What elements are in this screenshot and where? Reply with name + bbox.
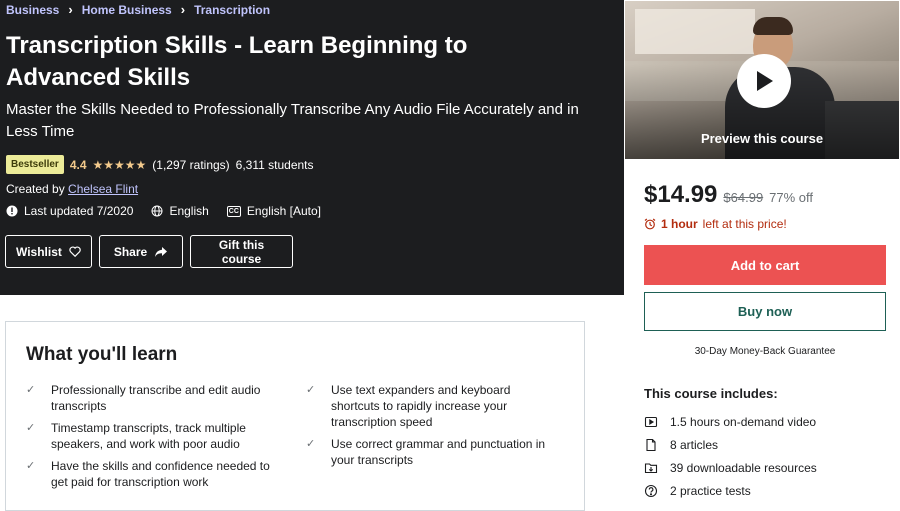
includes-item-label: 1.5 hours on-demand video: [670, 414, 817, 429]
captions-icon: CC: [226, 205, 241, 217]
check-icon: ✓: [306, 438, 316, 450]
bestseller-badge: Bestseller: [6, 155, 64, 174]
language: English: [151, 204, 209, 218]
price-row: $14.99 $64.99 77% off: [644, 181, 813, 209]
breadcrumb-item-transcription[interactable]: Transcription: [194, 3, 270, 17]
rating-value: 4.4: [69, 157, 87, 172]
language-text: English: [169, 204, 209, 218]
instructor-link[interactable]: Chelsea Flint: [68, 182, 138, 196]
learn-item-text: Timestamp transcripts, track multiple sp…: [51, 421, 246, 451]
ratings-count-link[interactable]: (1,297 ratings): [152, 158, 229, 172]
learn-item: ✓ Timestamp transcripts, track multiple s…: [26, 420, 281, 452]
breadcrumb-item-home-business[interactable]: Home Business: [82, 3, 172, 17]
learn-list-right: ✓ Use text expanders and keyboard shortcu…: [306, 382, 561, 474]
price-timer: 1 hour left at this price!: [644, 217, 787, 231]
check-icon: ✓: [306, 384, 316, 396]
purchase-sidebar: Preview this course $14.99 $64.99 77% of…: [624, 0, 900, 504]
share-button[interactable]: Share: [99, 235, 183, 268]
original-price: $64.99: [723, 190, 764, 205]
check-icon: ✓: [26, 384, 36, 396]
course-subtitle: Master the Skills Needed to Professional…: [6, 101, 579, 140]
share-label: Share: [113, 244, 148, 259]
gift-label: Gift this course: [218, 237, 265, 266]
preview-course-label: Preview this course: [700, 131, 824, 146]
share-arrow-icon: [155, 246, 168, 257]
what-you-learn-title: What you'll learn: [26, 344, 178, 365]
course-meta: Last updated 7/2020 English CC English […: [6, 204, 321, 218]
alert-badge-icon: [6, 205, 18, 217]
captions: CC English [Auto]: [226, 204, 321, 218]
check-icon: ✓: [26, 422, 36, 434]
gift-course-button[interactable]: Gift this course: [190, 235, 293, 268]
chevron-right-icon: ›: [68, 2, 73, 17]
last-updated: Last updated 7/2020: [6, 204, 133, 218]
timer-text: left at this price!: [702, 217, 787, 231]
heart-icon: [69, 246, 81, 258]
last-updated-text: Last updated 7/2020: [24, 204, 134, 218]
includes-item-label: 2 practice tests: [670, 483, 751, 498]
includes-item-label: 39 downloadable resources: [670, 460, 817, 475]
add-to-cart-button[interactable]: Add to cart: [644, 245, 886, 285]
rating-row: Bestseller 4.4 ★★★★★ (1,297 ratings) 6,3…: [6, 155, 314, 174]
discount-percent: 77% off: [769, 190, 814, 205]
learn-item: ✓ Professionally transcribe and edit audi…: [26, 382, 281, 414]
learn-item: ✓ Use correct grammar and punctuation in …: [306, 436, 561, 468]
star-rating-icon: ★★★★★: [92, 157, 147, 172]
learn-item-text: Have the skills and confidence needed to…: [51, 459, 270, 489]
play-button[interactable]: [737, 54, 791, 108]
wishlist-label: Wishlist: [16, 244, 62, 259]
includes-item-articles: 8 articles: [644, 433, 817, 456]
learn-item-text: Use text expanders and keyboard shortcut…: [331, 383, 511, 429]
course-title: Transcription Skills - Learn Beginning t…: [6, 32, 468, 91]
what-you-learn-box: What you'll learn ✓ Professionally transc…: [5, 321, 585, 511]
timer-hours: 1 hour: [661, 217, 698, 231]
alarm-clock-icon: [644, 218, 656, 230]
includes-item-resources: 39 downloadable resources: [644, 456, 817, 479]
learn-item: ✓ Have the skills and confidence needed t…: [26, 458, 281, 490]
course-preview-video[interactable]: Preview this course: [625, 1, 899, 159]
header-actions: Wishlist Share Gift this course: [5, 235, 293, 268]
wishlist-button[interactable]: Wishlist: [5, 235, 92, 268]
includes-item-label: 8 articles: [670, 437, 719, 452]
buy-now-button[interactable]: Buy now: [644, 292, 886, 331]
created-by-label: Created by: [6, 182, 65, 196]
breadcrumb-item-business[interactable]: Business: [6, 3, 59, 17]
check-icon: ✓: [26, 460, 36, 472]
learn-item: ✓ Use text expanders and keyboard shortcu…: [306, 382, 561, 430]
includes-item-practice-tests: 2 practice tests: [644, 479, 817, 502]
students-count: 6,311 students: [235, 157, 314, 172]
globe-icon: [151, 205, 163, 217]
folder-download-icon: [644, 462, 658, 473]
includes-item-video: 1.5 hours on-demand video: [644, 410, 817, 433]
current-price: $14.99: [644, 181, 718, 208]
question-icon: [644, 484, 658, 497]
course-includes-list: 1.5 hours on-demand video 8 articles 39 …: [644, 410, 817, 502]
chevron-right-icon: ›: [180, 2, 186, 17]
video-icon: [644, 416, 658, 427]
captions-text: English [Auto]: [246, 204, 321, 218]
file-icon: [646, 438, 656, 451]
learn-item-text: Use correct grammar and punctuation in y…: [331, 437, 546, 467]
learn-list-left: ✓ Professionally transcribe and edit audi…: [26, 382, 281, 496]
play-icon: [757, 71, 773, 91]
money-back-guarantee: 30-Day Money-Back Guarantee: [694, 346, 836, 357]
creator-line: Created by Chelsea Flint: [6, 182, 138, 196]
breadcrumb: Business › Home Business › Transcription: [6, 2, 270, 17]
course-includes-title: This course includes:: [644, 386, 778, 401]
learn-item-text: Professionally transcribe and edit audio…: [51, 383, 261, 413]
